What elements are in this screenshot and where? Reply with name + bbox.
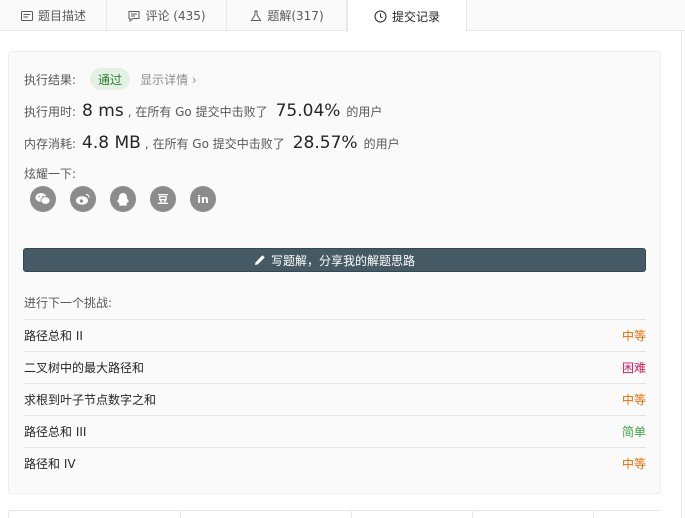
table-divider xyxy=(472,511,473,518)
weibo-icon[interactable] xyxy=(70,186,96,212)
status-badge: 通过 xyxy=(90,68,131,90)
table-divider xyxy=(351,511,352,518)
list-item[interactable]: 二叉树中的最大路径和 困难 xyxy=(24,351,646,383)
runtime-percent: 75.04% xyxy=(275,101,341,121)
problem-name: 路径总和 III xyxy=(24,425,87,439)
runtime-comparison-text: , 在所有 Go 提交中击败了 xyxy=(127,104,268,119)
tab-comments-label: 评论 (435) xyxy=(145,9,206,23)
linkedin-icon[interactable]: in xyxy=(190,186,216,212)
wechat-icon[interactable] xyxy=(30,186,56,212)
difficulty-badge: 简单 xyxy=(621,425,646,439)
share-buttons: 豆 in xyxy=(30,186,230,212)
tab-description[interactable]: 题目描述 xyxy=(0,0,107,31)
share-row: 炫耀一下: xyxy=(24,165,76,182)
memory-comparison-text: , 在所有 Go 提交中击败了 xyxy=(144,136,285,151)
write-solution-button[interactable]: 写题解，分享我的解题思路 xyxy=(23,248,646,272)
list-item[interactable]: 路径总和 III 简单 xyxy=(24,415,646,447)
description-icon xyxy=(20,9,34,23)
difficulty-badge: 中等 xyxy=(621,457,646,471)
submission-table-header xyxy=(8,510,661,518)
tab-bar: 题目描述 评论 (435) 题解(317) 提交记录 xyxy=(0,0,685,32)
memory-percent: 28.57% xyxy=(292,133,358,153)
table-divider xyxy=(180,511,181,518)
tab-submissions[interactable]: 提交记录 xyxy=(347,0,467,32)
list-item[interactable]: 路径和 IV 中等 xyxy=(24,447,646,479)
share-label: 炫耀一下: xyxy=(24,167,77,181)
clock-icon xyxy=(374,9,388,23)
panel-divider xyxy=(681,31,682,518)
memory-row: 内存消耗: 4.8 MB , 在所有 Go 提交中击败了 28.57% 的用户 xyxy=(24,133,400,153)
memory-label: 内存消耗: xyxy=(24,136,77,151)
comment-icon xyxy=(127,9,141,23)
memory-suffix: 的用户 xyxy=(363,136,400,151)
result-label: 执行结果: xyxy=(24,72,77,87)
problem-name: 求根到叶子节点数字之和 xyxy=(24,393,157,407)
next-challenge-list: 路径总和 II 中等 二叉树中的最大路径和 困难 求根到叶子节点数字之和 中等 … xyxy=(24,319,646,479)
difficulty-badge: 困难 xyxy=(621,361,646,375)
submission-result-card: 执行结果: 通过 显示详情 › 执行用时: 8 ms , 在所有 Go 提交中击… xyxy=(8,51,661,494)
tab-submissions-label: 提交记录 xyxy=(391,9,440,24)
difficulty-badge: 中等 xyxy=(621,393,646,407)
tab-solutions[interactable]: 题解(317) xyxy=(227,0,347,31)
table-divider xyxy=(593,511,594,518)
runtime-row: 执行用时: 8 ms , 在所有 Go 提交中击败了 75.04% 的用户 xyxy=(24,101,382,121)
show-details-link[interactable]: 显示详情 › xyxy=(140,71,197,88)
list-item[interactable]: 求根到叶子节点数字之和 中等 xyxy=(24,383,646,415)
runtime-suffix: 的用户 xyxy=(346,104,383,119)
problem-name: 路径和 IV xyxy=(24,457,76,471)
runtime-value: 8 ms xyxy=(82,101,124,121)
tab-solutions-label: 题解(317) xyxy=(267,9,324,23)
douban-icon[interactable]: 豆 xyxy=(150,186,176,212)
write-solution-label: 写题解，分享我的解题思路 xyxy=(270,253,415,268)
list-item[interactable]: 路径总和 II 中等 xyxy=(24,319,646,351)
tab-comments[interactable]: 评论 (435) xyxy=(107,0,227,31)
result-row: 执行结果: 通过 显示详情 › xyxy=(24,68,197,90)
linkedin-glyph: in xyxy=(197,192,209,206)
problem-name: 二叉树中的最大路径和 xyxy=(24,361,145,375)
flask-icon xyxy=(249,9,263,23)
next-challenge-title: 进行下一个挑战: xyxy=(24,296,113,310)
douban-glyph: 豆 xyxy=(157,193,169,206)
difficulty-badge: 中等 xyxy=(621,329,646,343)
runtime-label: 执行用时: xyxy=(24,104,77,119)
tab-description-label: 题目描述 xyxy=(37,9,86,23)
pencil-icon xyxy=(254,254,266,266)
memory-value: 4.8 MB xyxy=(82,133,141,153)
problem-name: 路径总和 II xyxy=(24,329,83,343)
qq-icon[interactable] xyxy=(110,186,136,212)
